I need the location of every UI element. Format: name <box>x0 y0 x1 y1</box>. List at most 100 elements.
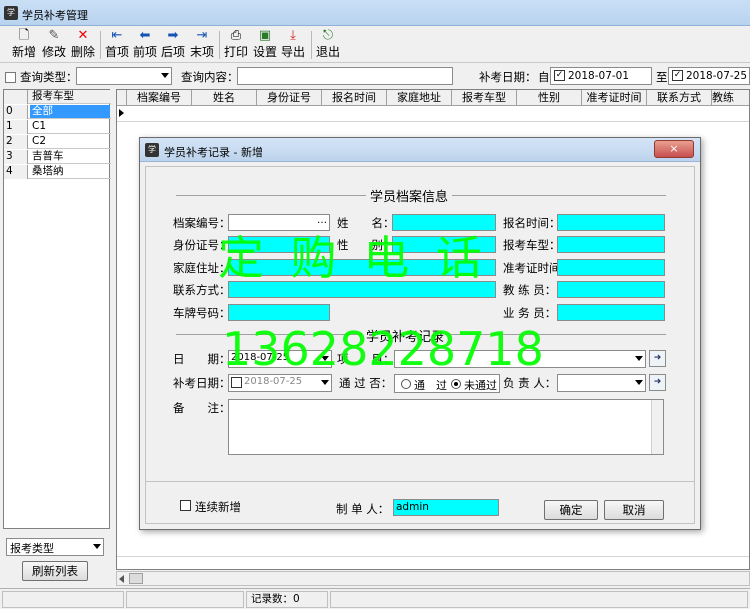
chevron-down-icon <box>321 380 329 385</box>
to-date-checkbox[interactable]: ✓ <box>672 70 683 81</box>
title-bar: 学 学员补考管理 <box>0 0 750 26</box>
query-content-input[interactable] <box>237 67 453 85</box>
print-button[interactable]: ⎙ 打印 <box>223 29 249 61</box>
footer-divider <box>146 481 694 482</box>
column-header[interactable]: 家庭地址 <box>387 90 452 106</box>
list-item-label: 吉普车 <box>32 150 64 162</box>
retake-date-picker[interactable]: 2018-07-25 <box>228 374 332 392</box>
last-button[interactable]: ⇥ 末项 <box>189 29 215 61</box>
owner-lookup-button[interactable]: ➜ <box>649 374 666 391</box>
exam-time-field[interactable] <box>557 259 665 276</box>
list-item[interactable]: 0 全部 <box>4 105 111 119</box>
exit-door-icon: ⎋ <box>322 28 334 43</box>
first-icon: ⇤ <box>111 28 123 43</box>
car-type-list: 报考车型 0 全部 1 C1 2 C2 3 吉普车 4 桑塔纳 <box>3 89 111 529</box>
ok-button[interactable]: 确定 <box>544 500 598 520</box>
item-lookup-button[interactable]: ➜ <box>649 350 666 367</box>
row-number: 4 <box>4 165 28 179</box>
to-label: 至 <box>656 70 668 84</box>
query-bar: 查询类型： 查询内容： 补考日期： 自 ✓ 2018-07-01 至 ✓ 201… <box>0 64 750 88</box>
list-item[interactable]: 2 C2 <box>4 135 111 149</box>
column-header[interactable]: 姓名 <box>192 90 257 106</box>
query-type-label: 查询类型： <box>20 70 78 84</box>
edit-button[interactable]: ✎ 修改 <box>40 29 68 61</box>
query-type-select[interactable] <box>76 67 172 85</box>
monitor-icon: ▣ <box>258 28 272 43</box>
remark-label: 备 注： <box>173 401 231 415</box>
chevron-down-icon <box>635 356 643 361</box>
export-button[interactable]: ⤓ 导出 <box>280 29 306 61</box>
column-header[interactable]: 身份证号 <box>257 90 322 106</box>
coach-field[interactable] <box>557 281 665 298</box>
first-button[interactable]: ⇤ 首项 <box>104 29 130 61</box>
status-cell <box>330 591 748 608</box>
list-item[interactable]: 3 吉普车 <box>4 150 111 164</box>
lookup-arrow-icon: ➜ <box>653 353 662 363</box>
plate-field[interactable] <box>228 304 330 321</box>
exit-button[interactable]: ⎋ 退出 <box>315 29 341 61</box>
window-title: 学员补考管理 <box>22 9 88 22</box>
wand-icon: ✎ <box>48 28 60 43</box>
export-icon: ⤓ <box>290 28 296 43</box>
salesman-field[interactable] <box>557 304 665 321</box>
from-date-input[interactable]: ✓ 2018-07-01 <box>550 67 652 85</box>
prev-button[interactable]: ⬅ 前项 <box>132 29 158 61</box>
coach-label: 教 练 员： <box>503 283 557 297</box>
list-item[interactable]: 1 C1 <box>4 120 111 134</box>
next-button[interactable]: ➡ 后项 <box>160 29 186 61</box>
list-item[interactable]: 4 桑塔纳 <box>4 165 111 179</box>
reg-time-field[interactable] <box>557 214 665 231</box>
status-bar: 记录数：0 <box>0 588 750 609</box>
car-type-field[interactable] <box>557 236 665 253</box>
column-header[interactable]: 教练 <box>712 90 749 106</box>
fail-radio[interactable] <box>451 379 461 389</box>
toolbar-separator <box>100 31 101 59</box>
watermark-phone-number: 13628228718 <box>222 322 544 376</box>
retake-date-checkbox[interactable] <box>231 377 242 388</box>
filter-type-select[interactable]: 报考类型 <box>6 538 104 556</box>
query-content-label: 查询内容： <box>181 70 239 84</box>
cancel-button[interactable]: 取消 <box>604 500 664 520</box>
close-button[interactable]: × <box>654 140 694 158</box>
continuous-checkbox[interactable] <box>180 500 191 511</box>
maker-field[interactable]: admin <box>393 499 499 516</box>
to-date-input[interactable]: ✓ 2018-07-25 <box>668 67 750 85</box>
pass-radio-group: 通 过 未通过 <box>394 374 500 393</box>
chevron-down-icon <box>635 380 643 385</box>
fail-label: 未通过 <box>464 379 497 392</box>
column-header[interactable]: 性别 <box>517 90 582 106</box>
pass-radio[interactable] <box>401 379 411 389</box>
scroll-thumb[interactable] <box>129 573 143 584</box>
toolbar-separator <box>219 31 220 59</box>
row-number: 3 <box>4 150 28 164</box>
grid-toggle-icon[interactable] <box>5 72 16 83</box>
column-header[interactable]: 报考车型 <box>452 90 517 106</box>
toolbar-separator <box>311 31 312 59</box>
plate-label: 车牌号码： <box>173 306 231 320</box>
delete-button[interactable]: ✕ 删除 <box>69 29 97 61</box>
owner-label: 负 责 人： <box>503 376 557 390</box>
column-header[interactable]: 联系方式 <box>647 90 712 106</box>
horizontal-scrollbar[interactable] <box>116 571 750 586</box>
record-count: 记录数：0 <box>246 591 328 608</box>
new-button[interactable]: 🗋 新增 <box>10 29 38 61</box>
remark-scrollbar[interactable] <box>651 400 663 454</box>
column-header[interactable]: 报名时间 <box>322 90 387 106</box>
owner-select[interactable] <box>557 374 646 392</box>
dialog-title: 学员补考记录 - 新增 <box>164 146 263 159</box>
row-number: 1 <box>4 120 28 134</box>
column-header[interactable]: 准考证时间 <box>582 90 647 106</box>
toolbar: 🗋 新增 ✎ 修改 ✕ 删除 ⇤ 首项 ⬅ 前项 ➡ 后项 ⇥ 末项 ⎙ 打印 ▣ 设置 ⤓ 导出 … <box>0 27 750 63</box>
column-header[interactable]: 档案编号 <box>127 90 192 106</box>
status-cell <box>2 591 124 608</box>
watermark-phone-label: 定 购 电 话 <box>218 231 488 285</box>
settings-button[interactable]: ▣ 设置 <box>252 29 278 61</box>
list-header: 报考车型 <box>4 90 111 104</box>
current-row-indicator-icon <box>119 109 124 117</box>
refresh-list-button[interactable]: 刷新列表 <box>22 561 88 581</box>
scroll-left-icon[interactable] <box>119 575 124 583</box>
app-icon: 学 <box>145 143 159 157</box>
remark-textarea[interactable] <box>228 399 664 455</box>
from-date-checkbox[interactable]: ✓ <box>554 70 565 81</box>
list-item-label: C2 <box>32 135 47 147</box>
